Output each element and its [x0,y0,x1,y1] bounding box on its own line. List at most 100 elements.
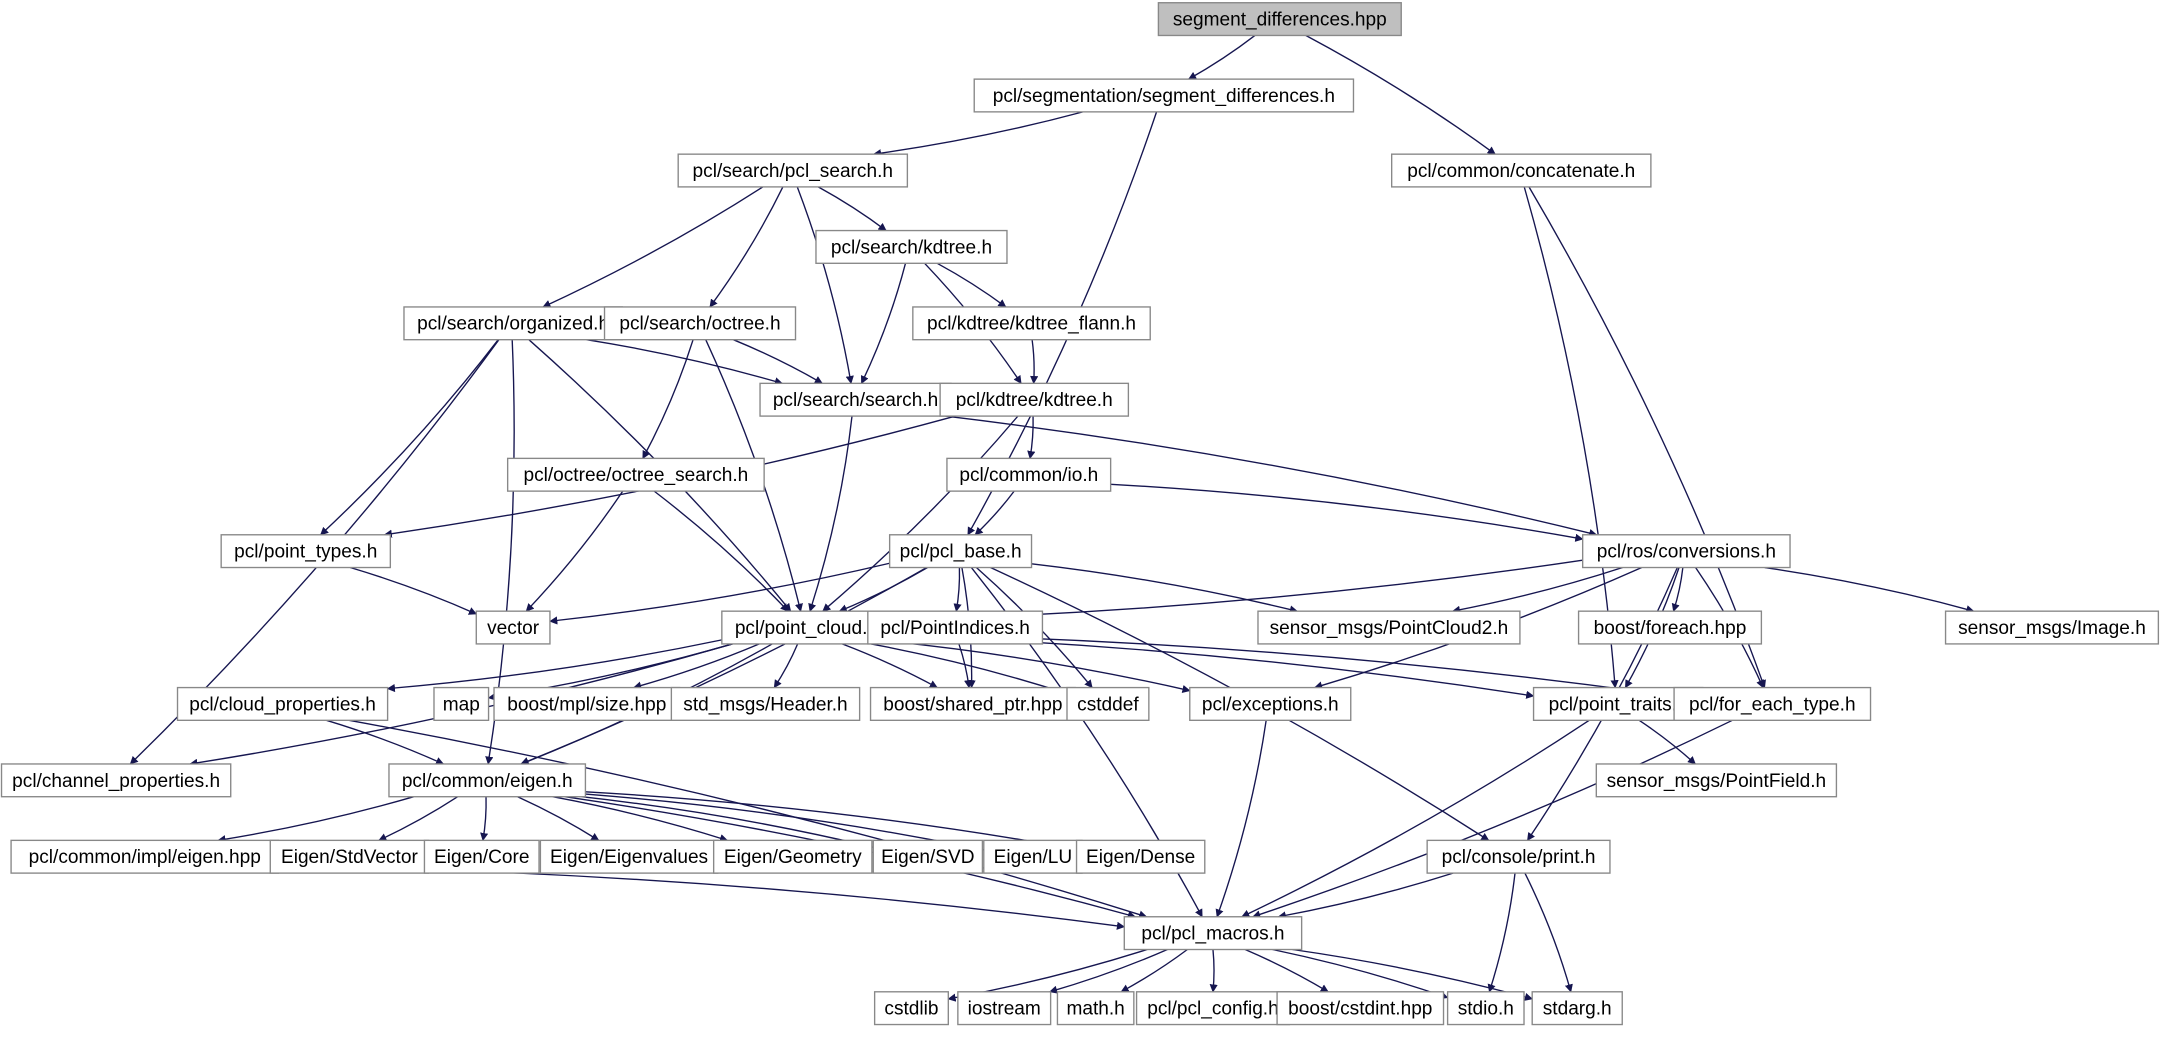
node-label: Eigen/StdVector [281,847,418,868]
node-label: Eigen/SVD [881,847,974,868]
node-EStdVec[interactable]: Eigen/StdVector [270,840,428,873]
node-label: stdarg.h [1543,999,1612,1020]
node-ptypes[interactable]: pcl/point_types.h [221,535,390,568]
edge-ptraits-macros [1242,720,1589,916]
node-label: Eigen/Eigenvalues [550,847,708,868]
node-conv[interactable]: pcl/ros/conversions.h [1583,535,1790,568]
node-label: pcl/octree/octree_search.h [523,465,748,486]
node-pclbase[interactable]: pcl/pcl_base.h [890,535,1032,568]
node-stdarg[interactable]: stdarg.h [1532,992,1622,1025]
node-pclcfg[interactable]: pcl/pcl_config.h [1137,992,1290,1025]
node-label: iostream [968,999,1041,1020]
node-label: sensor_msgs/PointField.h [1607,771,1827,792]
node-mplsize[interactable]: boost/mpl/size.hpp [494,688,680,721]
edge-organized-ptypes [321,340,499,535]
node-kdtree[interactable]: pcl/search/kdtree.h [816,231,1007,264]
node-organized[interactable]: pcl/search/organized.h [404,307,622,340]
node-label: sensor_msgs/PointCloud2.h [1270,618,1509,639]
node-label: pcl/point_cloud.h [735,618,878,639]
node-cstdlib[interactable]: cstdlib [875,992,949,1025]
node-exc[interactable]: pcl/exceptions.h [1190,688,1351,721]
node-vector[interactable]: vector [476,611,550,644]
edge-eigen-ECore [483,797,486,841]
edge-cprint-stdarg [1525,873,1571,992]
edge-ptypes-vector [350,568,476,614]
node-math[interactable]: math.h [1057,992,1133,1025]
node-label: pcl/kdtree/kdtree_flann.h [927,314,1136,335]
node-label: pcl/common/eigen.h [402,771,573,792]
node-label: stdio.h [1458,999,1514,1020]
node-smimg[interactable]: sensor_msgs/Image.h [1946,611,2159,644]
node-ESVD[interactable]: Eigen/SVD [873,840,982,873]
node-stdio[interactable]: stdio.h [1448,992,1524,1025]
edge-eimpl-macros [278,866,1124,926]
node-label: cstdlib [884,999,938,1020]
node-foreach[interactable]: pcl/for_each_type.h [1674,688,1870,721]
node-label: boost/shared_ptr.hpp [883,694,1062,715]
node-cloudprop[interactable]: pcl/cloud_properties.h [178,688,388,721]
node-label: pcl/segmentation/segment_differences.h [993,86,1335,107]
node-label: pcl/for_each_type.h [1689,694,1856,715]
node-ELU[interactable]: Eigen/LU [984,840,1082,873]
node-bcstdint[interactable]: boost/cstdint.hpp [1277,992,1443,1025]
node-label: pcl/console/print.h [1442,847,1596,868]
node-label: pcl/exceptions.h [1202,694,1339,715]
node-label: pcl/pcl_macros.h [1141,924,1284,945]
edge-plsearch-search [797,187,851,383]
edge-cprint-macros [1278,873,1453,917]
edge-kdkd-io [1030,416,1033,458]
node-label: Eigen/LU [994,847,1072,868]
node-octree[interactable]: pcl/search/octree.h [605,307,796,340]
node-eigen[interactable]: pcl/common/eigen.h [389,764,585,797]
node-smpf[interactable]: sensor_msgs/PointField.h [1596,764,1836,797]
node-root[interactable]: segment_differences.hpp [1158,3,1401,36]
node-label: pcl/ros/conversions.h [1597,542,1776,563]
node-octsearch[interactable]: pcl/octree/octree_search.h [508,458,764,491]
node-label: Eigen/Dense [1086,847,1195,868]
node-EGeom[interactable]: Eigen/Geometry [714,840,872,873]
edge-exc-macros [1217,720,1266,916]
node-bshared[interactable]: boost/shared_ptr.hpp [871,688,1076,721]
node-plsearch[interactable]: pcl/search/pcl_search.h [678,154,907,187]
node-EDense[interactable]: Eigen/Dense [1077,840,1205,873]
edge-cprint-stdio [1489,873,1515,992]
node-iostream[interactable]: iostream [958,992,1051,1025]
node-kdflann[interactable]: pcl/kdtree/kdtree_flann.h [913,307,1150,340]
node-label: segment_differences.hpp [1173,10,1387,31]
edge-pclbase-pindices [956,568,959,612]
node-search[interactable]: pcl/search/search.h [760,383,951,416]
edge-organized-search [586,340,782,384]
edge-pcloud-bshared [842,644,937,688]
node-label: pcl/channel_properties.h [12,771,220,792]
node-label: Eigen/Geometry [724,847,862,868]
node-pcloud[interactable]: pcl/point_cloud.h [722,611,891,644]
node-stdmsgs[interactable]: std_msgs/Header.h [671,688,859,721]
node-smpc2[interactable]: sensor_msgs/PointCloud2.h [1258,611,1520,644]
node-bforeach[interactable]: boost/foreach.hpp [1579,611,1762,644]
edge-plsearch-octree [710,187,783,307]
node-label: pcl/search/organized.h [417,314,609,335]
node-cprint[interactable]: pcl/console/print.h [1427,840,1610,873]
node-label: pcl/search/search.h [773,390,938,411]
node-kdkd[interactable]: pcl/kdtree/kdtree.h [940,383,1128,416]
edge-kdtree-kdflann [937,263,1006,307]
node-ECore[interactable]: Eigen/Core [424,840,539,873]
node-map[interactable]: map [434,688,489,721]
edge-io-pclbase [975,491,1014,535]
node-cstddef[interactable]: cstddef [1067,688,1149,721]
node-label: boost/foreach.hpp [1594,618,1747,639]
node-EEigv[interactable]: Eigen/Eigenvalues [540,840,717,873]
edge-octsearch-pcloud [654,491,788,611]
node-segdiff[interactable]: pcl/segmentation/segment_differences.h [974,79,1353,112]
node-chanprop[interactable]: pcl/channel_properties.h [2,764,231,797]
edge-macros-pclcfg [1213,950,1214,992]
edge-io-conv [1111,484,1583,539]
node-macros[interactable]: pcl/pcl_macros.h [1124,917,1301,950]
node-io[interactable]: pcl/common/io.h [947,458,1111,491]
node-concat[interactable]: pcl/common/concatenate.h [1392,154,1651,187]
edge-pcloud-exc [891,641,1190,690]
edge-kdflann-kdkd [1032,340,1034,384]
edge-root-segdiff [1189,35,1255,79]
node-pindices[interactable]: pcl/PointIndices.h [868,611,1043,644]
node-eimpl[interactable]: pcl/common/impl/eigen.hpp [11,840,278,873]
